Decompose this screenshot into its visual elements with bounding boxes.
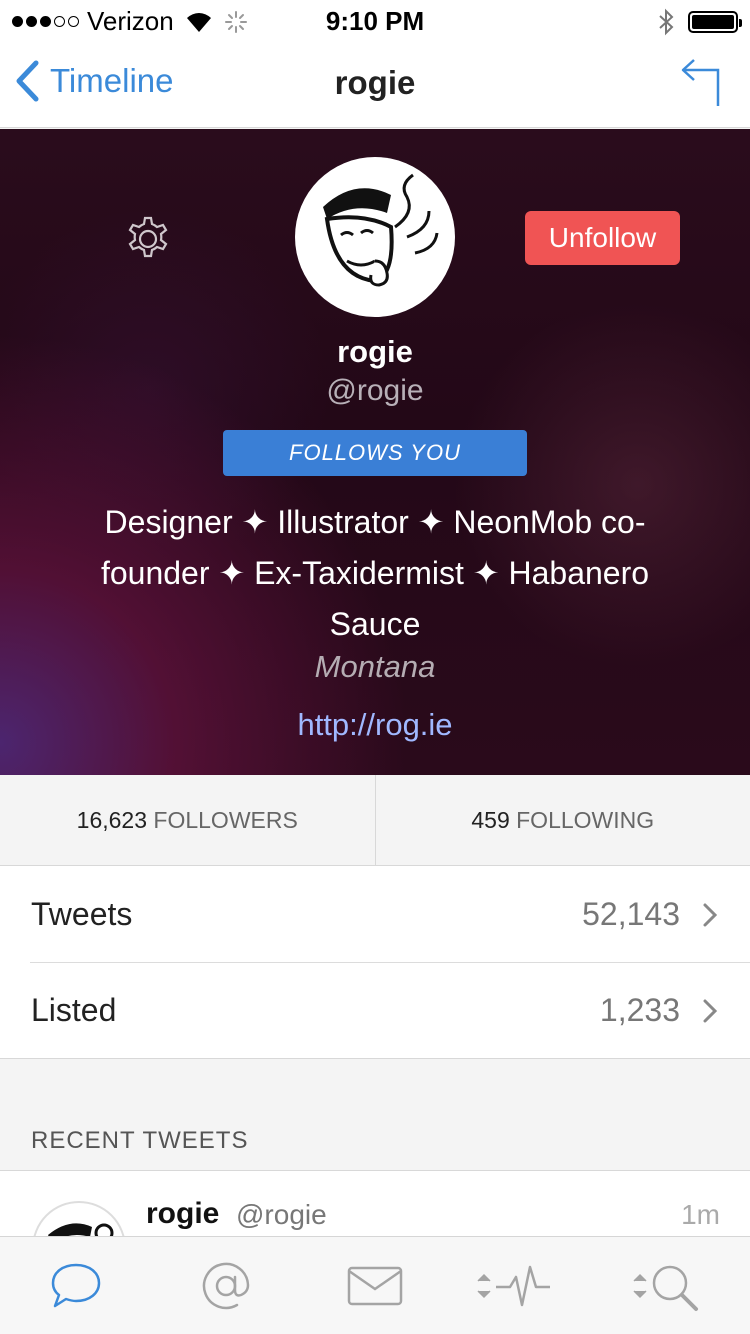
page-title: rogie — [334, 64, 416, 101]
profile-header: Unfollow rogie @rogie FOLLOWS YOU Design… — [0, 129, 750, 775]
following-stat[interactable]: 459 FOLLOWING — [374, 775, 750, 865]
navigation-bar: Timeline rogie — [0, 40, 750, 128]
tweet-timestamp: 1m — [681, 1199, 720, 1230]
profile-list: Tweets 52,143 Listed 1,233 — [0, 866, 750, 1059]
activity-pulse-icon[interactable] — [474, 1261, 554, 1311]
search-icon[interactable] — [630, 1261, 702, 1315]
bluetooth-icon — [659, 8, 674, 36]
avatar-illustration — [48, 1223, 114, 1240]
battery-icon — [688, 11, 742, 33]
row-value: 1,233 — [599, 992, 680, 1028]
followers-count: 16,623 — [76, 807, 148, 833]
reply-icon[interactable] — [680, 56, 722, 108]
tweet-author-name: rogie — [146, 1197, 220, 1230]
following-count: 459 — [471, 807, 510, 833]
row-value: 52,143 — [582, 896, 680, 932]
profile-location: Montana — [314, 649, 436, 684]
status-bar: Verizon 9:10 PM — [0, 0, 750, 40]
row-label: Tweets — [31, 896, 133, 932]
tweets-row[interactable]: Tweets 52,143 — [0, 866, 750, 962]
status-right — [658, 8, 742, 36]
at-sign-icon[interactable] — [201, 1261, 251, 1311]
row-label: Listed — [31, 992, 117, 1028]
avatar[interactable] — [295, 157, 455, 317]
avatar-illustration — [323, 173, 439, 287]
chevron-right-icon — [703, 903, 718, 927]
gear-icon[interactable] — [124, 215, 172, 263]
recent-tweets-heading: RECENT TWEETS — [31, 1127, 249, 1154]
profile-handle: @rogie — [326, 374, 424, 407]
following-label: FOLLOWING — [516, 807, 655, 833]
profile-url[interactable]: http://rog.ie — [0, 707, 750, 743]
profile-name: rogie — [337, 334, 413, 369]
tweet-item[interactable]: rogie @rogie 1m — [0, 1170, 750, 1240]
tweet-avatar[interactable] — [32, 1201, 126, 1240]
listed-row[interactable]: Listed 1,233 — [0, 962, 750, 1058]
followers-label: FOLLOWERS — [153, 807, 298, 833]
chevron-right-icon — [703, 999, 718, 1023]
unfollow-button[interactable]: Unfollow — [525, 211, 680, 265]
profile-bio: Designer ✦ Illustrator ✦ NeonMob co-foun… — [100, 504, 650, 642]
tweet-author-handle: @rogie — [236, 1199, 327, 1230]
follows-you-badge: FOLLOWS YOU — [223, 430, 527, 476]
followers-stat[interactable]: 16,623 FOLLOWERS — [0, 775, 375, 865]
status-time: 9:10 PM — [325, 6, 425, 36]
tab-bar — [0, 1236, 750, 1334]
follow-stats: 16,623 FOLLOWERS 459 FOLLOWING — [0, 775, 750, 866]
speech-bubble-icon[interactable] — [50, 1261, 102, 1309]
envelope-icon[interactable] — [346, 1265, 404, 1307]
